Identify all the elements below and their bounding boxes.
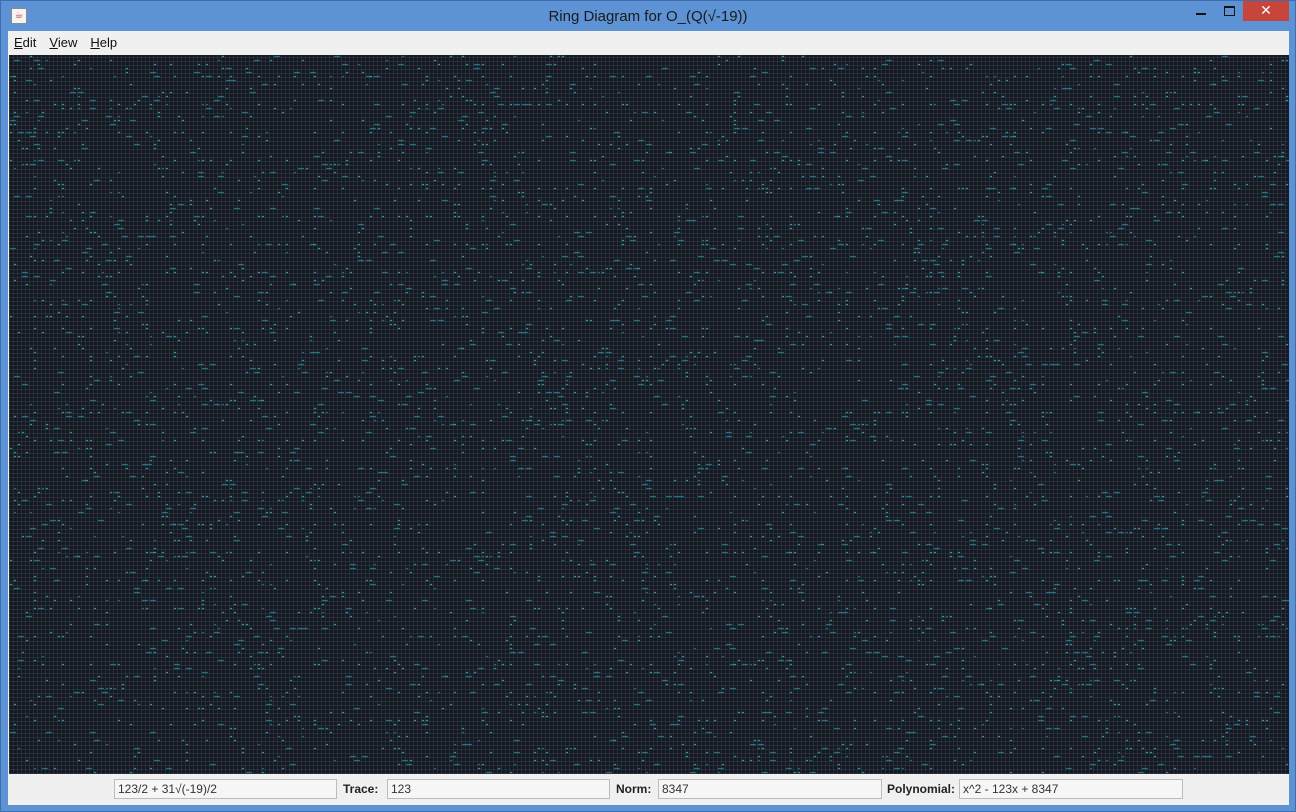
menu-bar: Edit View Help (8, 31, 1289, 54)
minimize-button[interactable] (1187, 1, 1215, 21)
trace-field[interactable]: 123 (387, 779, 610, 799)
window-controls: ✕ (1187, 1, 1289, 23)
polynomial-label: Polynomial: (887, 782, 956, 796)
element-field[interactable]: 123/2 + 31√(-19)/2 (114, 779, 337, 799)
maximize-icon (1223, 6, 1235, 16)
menu-edit-mnemonic: E (14, 35, 23, 50)
norm-label: Norm: (616, 782, 652, 796)
trace-label: Trace: (343, 782, 379, 796)
close-button[interactable]: ✕ (1243, 1, 1289, 21)
app-window: ☕ Ring Diagram for O_(Q(√-19)) ✕ Edit Vi… (0, 0, 1296, 812)
title-bar[interactable]: ☕ Ring Diagram for O_(Q(√-19)) ✕ (1, 1, 1295, 31)
java-app-icon[interactable]: ☕ (11, 8, 27, 24)
menu-view-label: iew (57, 35, 78, 50)
menu-edit-label: dit (22, 35, 37, 50)
menu-help-mnemonic: H (90, 35, 100, 50)
menu-help-label: elp (99, 35, 118, 50)
menu-view[interactable]: View (43, 31, 84, 54)
polynomial-field[interactable]: x^2 - 123x + 8347 (959, 779, 1183, 799)
status-bar: 123/2 + 31√(-19)/2 Trace: 123 Norm: 8347… (8, 774, 1289, 805)
norm-field[interactable]: 8347 (658, 779, 882, 799)
menu-view-mnemonic: V (49, 35, 58, 50)
ring-diagram-canvas[interactable] (9, 55, 1289, 774)
maximize-button[interactable] (1215, 1, 1243, 21)
menu-edit[interactable]: Edit (8, 31, 43, 54)
menu-help[interactable]: Help (84, 31, 124, 54)
close-icon: ✕ (1260, 3, 1272, 19)
client-area: Edit View Help 123/2 + 31√(-19)/2 Trace:… (8, 31, 1289, 805)
minimize-icon (1196, 13, 1206, 15)
ring-diagram-dots (9, 55, 1289, 774)
window-title: Ring Diagram for O_(Q(√-19)) (548, 7, 748, 25)
